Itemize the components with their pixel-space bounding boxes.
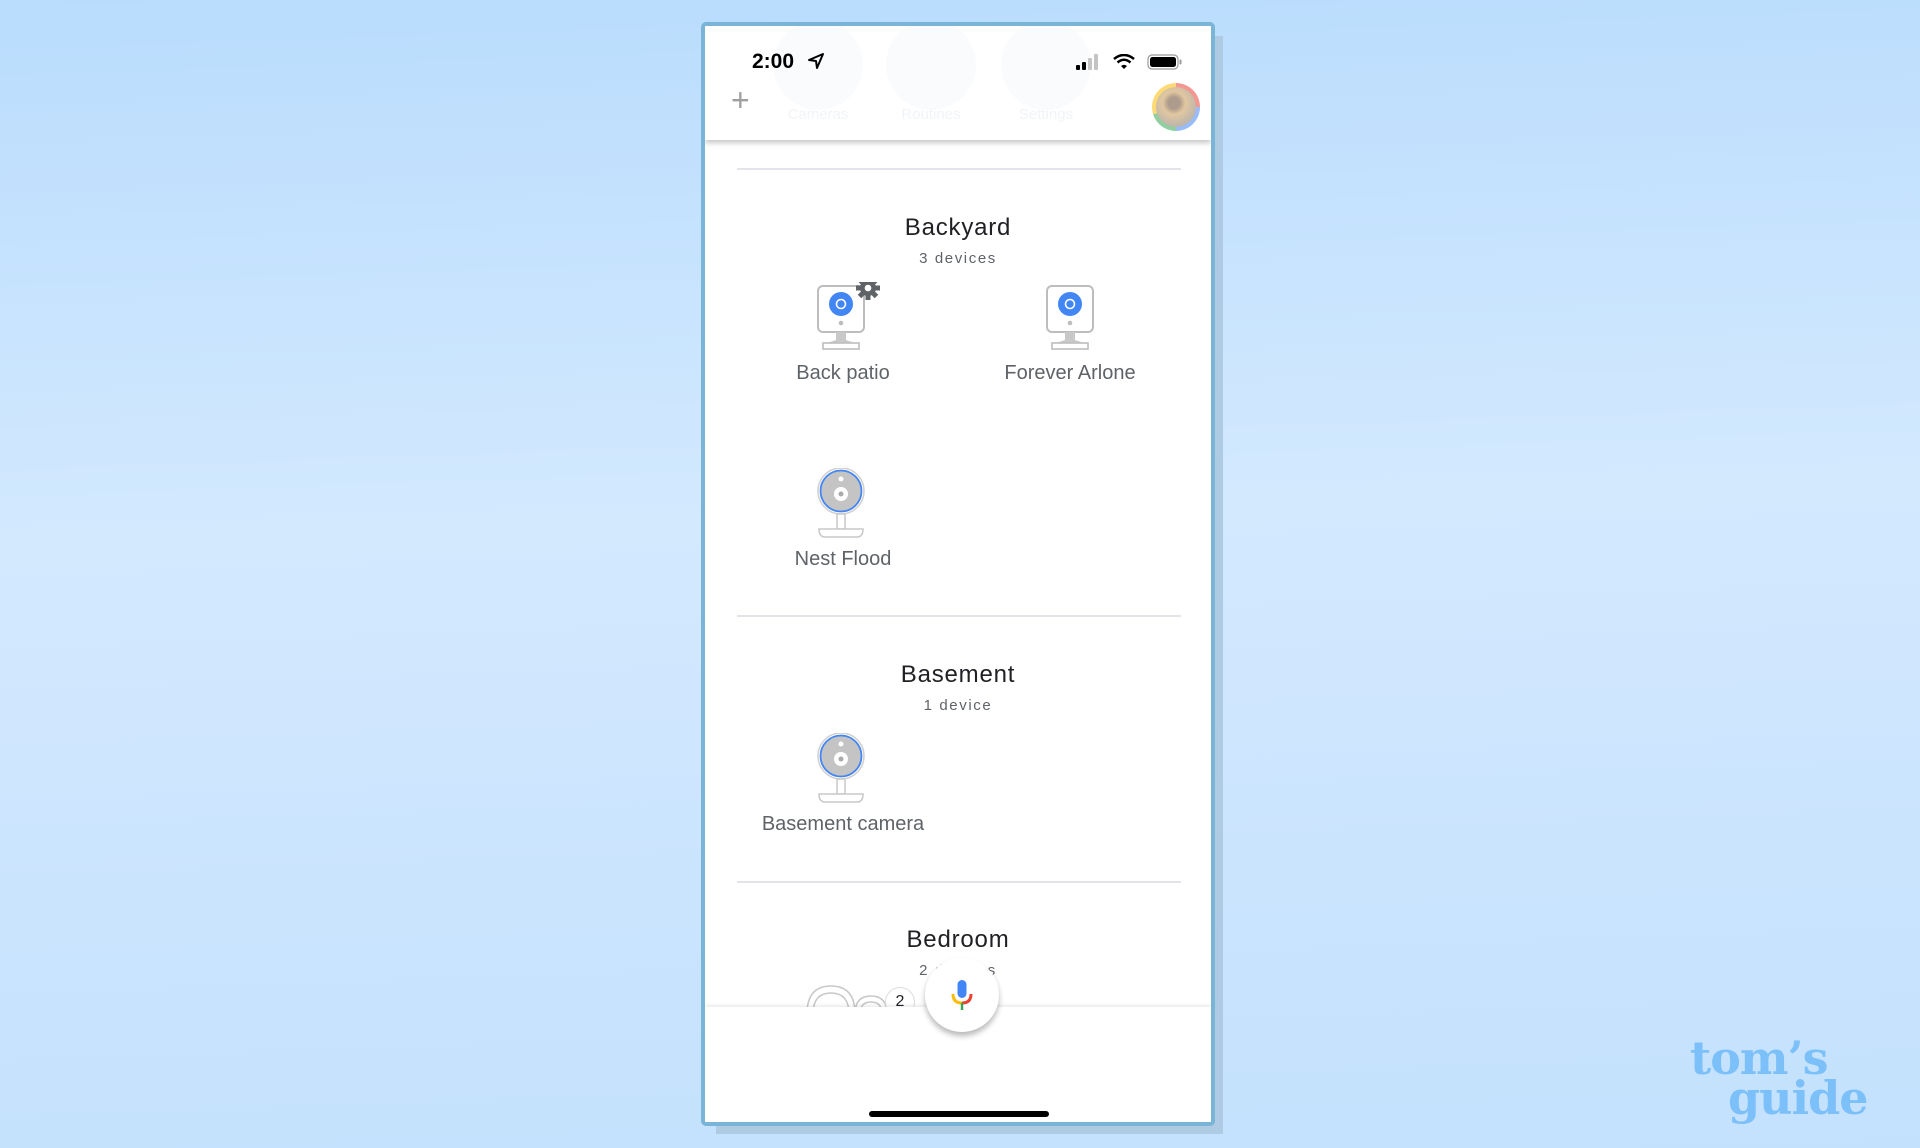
indoor-camera-icon — [817, 282, 880, 350]
microphone-button[interactable] — [925, 958, 999, 1032]
device-label: Forever Arlone — [1004, 362, 1136, 384]
round-camera-icon — [817, 733, 865, 803]
round-camera-icon — [817, 468, 865, 538]
device-label: Basement camera — [761, 813, 925, 835]
home-indicator[interactable] — [869, 1111, 1049, 1117]
device-basement-camera[interactable]: Basement camera — [733, 733, 953, 836]
divider — [737, 168, 1181, 170]
toms-guide-logo: tom’s guide — [1690, 1031, 1869, 1125]
device-back-patio[interactable]: Back patio — [733, 282, 953, 385]
tab-cameras[interactable]: Cameras — [773, 26, 863, 123]
battery-icon — [1147, 54, 1182, 70]
tab-routines[interactable]: Routines — [886, 26, 976, 123]
divider — [737, 881, 1181, 883]
tab-settings[interactable]: Settings — [1001, 26, 1091, 123]
device-nest-flood[interactable]: Nest Flood — [733, 468, 953, 571]
device-forever-arlone[interactable]: Forever Arlone — [960, 282, 1180, 385]
location-arrow-icon — [808, 53, 824, 69]
room-device-count: 1 device — [923, 697, 993, 714]
microphone-icon — [951, 980, 973, 1010]
room-device-count: 3 devices — [919, 250, 997, 267]
divider — [737, 615, 1181, 617]
phone-screen: Cameras Routines Settings 2:00 + Backyar… — [701, 22, 1215, 1126]
app-header: Cameras Routines Settings 2:00 + — [705, 26, 1211, 140]
status-icons — [1075, 54, 1183, 70]
indoor-camera-icon — [1046, 285, 1094, 350]
status-time: 2:00 — [752, 50, 795, 73]
cellular-signal-icon — [1076, 54, 1098, 70]
room-title: Basement — [900, 661, 1016, 688]
profile-avatar[interactable] — [1152, 83, 1200, 131]
device-label: Nest Flood — [794, 548, 892, 570]
device-label: Back patio — [796, 362, 890, 384]
room-title: Backyard — [904, 214, 1012, 241]
plus-icon[interactable]: + — [731, 84, 750, 116]
wifi-icon — [1113, 54, 1135, 69]
room-title: Bedroom — [906, 926, 1010, 953]
